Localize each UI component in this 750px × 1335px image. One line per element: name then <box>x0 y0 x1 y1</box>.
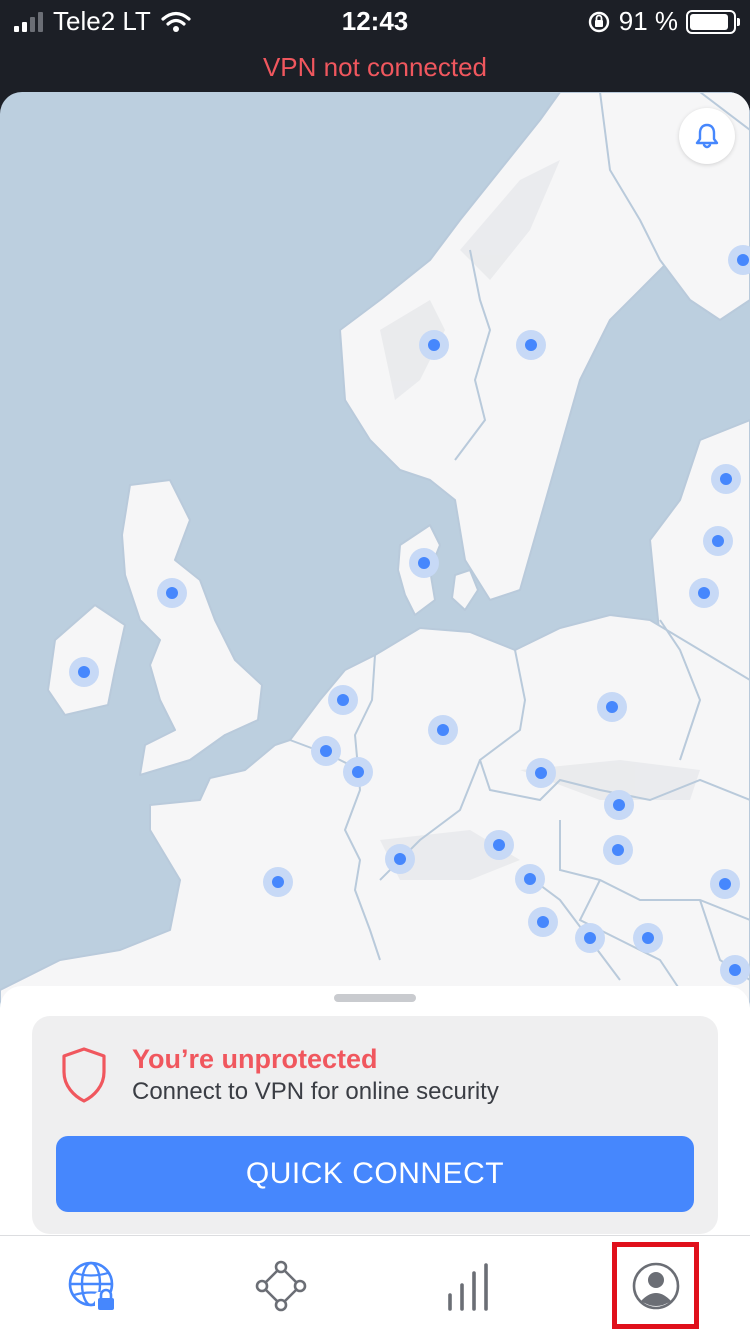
server-location-dot <box>263 867 293 897</box>
battery-icon <box>686 9 740 34</box>
server-location-dot <box>419 330 449 360</box>
profile-tab-highlight <box>612 1242 699 1329</box>
server-location-dot <box>526 758 556 788</box>
server-location-dot <box>328 685 358 715</box>
server-location-dot <box>575 923 605 953</box>
drag-handle[interactable] <box>334 994 416 1002</box>
server-location-dot <box>689 578 719 608</box>
server-location-dot <box>603 835 633 865</box>
shield-icon <box>62 1047 106 1103</box>
protection-status-card: You’re unprotected Connect to VPN for on… <box>32 1016 718 1234</box>
vpn-status-text: VPN not connected <box>262 52 488 82</box>
meshnet-icon <box>255 1260 307 1311</box>
europe-map[interactable] <box>0 92 750 1012</box>
server-map[interactable] <box>0 92 750 1012</box>
battery-percent: 91 % <box>618 6 678 36</box>
server-location-dot <box>604 790 634 820</box>
server-location-dot <box>484 830 514 860</box>
server-location-dot <box>428 715 458 745</box>
server-location-dot <box>597 692 627 722</box>
stats-icon <box>448 1262 488 1311</box>
server-location-dot <box>710 869 740 899</box>
tab-map[interactable] <box>33 1236 153 1335</box>
status-subtitle: Connect to VPN for online security <box>132 1078 499 1105</box>
server-location-dot <box>157 578 187 608</box>
status-right: 91 % <box>587 6 740 37</box>
server-location-dot <box>528 907 558 937</box>
status-title: You’re unprotected <box>132 1044 378 1074</box>
server-location-dot <box>711 464 741 494</box>
battery-fill <box>690 13 728 30</box>
tab-meshnet[interactable] <box>221 1236 341 1335</box>
bell-icon <box>695 123 719 149</box>
globe-lock-icon <box>68 1261 117 1311</box>
server-location-dot <box>515 864 545 894</box>
server-location-dot <box>409 548 439 578</box>
rotation-lock-icon <box>588 11 609 32</box>
server-location-dot <box>633 923 663 953</box>
server-location-dot <box>516 330 546 360</box>
quick-connect-button[interactable]: QUICK CONNECT <box>56 1136 694 1212</box>
server-location-dot <box>703 526 733 556</box>
tab-stats[interactable] <box>409 1236 529 1335</box>
status-bar: Tele2 LT 12:43 91 % <box>0 0 750 44</box>
server-location-dot <box>720 955 750 985</box>
server-location-dot <box>343 757 373 787</box>
notifications-button[interactable] <box>679 108 735 164</box>
server-location-dot <box>385 844 415 874</box>
server-location-dot <box>69 657 99 687</box>
server-location-dot <box>311 736 341 766</box>
land-uk <box>121 479 263 776</box>
